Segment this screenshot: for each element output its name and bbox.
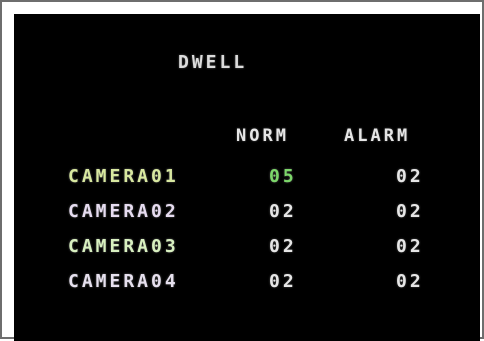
norm-dwell-value[interactable]: 02: [269, 271, 297, 292]
camera-row-4[interactable]: CAMERA04 02 02: [14, 271, 480, 301]
norm-dwell-value[interactable]: 02: [269, 201, 297, 222]
camera-row-1[interactable]: CAMERA01 05 02: [14, 166, 480, 196]
osd-screen: DWELL NORM ALARM CAMERA01 05 02 CAMERA02…: [14, 14, 480, 341]
column-header-alarm: ALARM: [344, 126, 411, 146]
camera-label: CAMERA01: [68, 166, 179, 187]
alarm-dwell-value[interactable]: 02: [396, 236, 424, 257]
alarm-dwell-value[interactable]: 02: [396, 166, 424, 187]
norm-dwell-value[interactable]: 05: [269, 166, 297, 187]
monitor-frame: DWELL NORM ALARM CAMERA01 05 02 CAMERA02…: [0, 0, 484, 341]
camera-label: CAMERA03: [68, 236, 179, 257]
camera-label: CAMERA04: [68, 271, 179, 292]
camera-row-2[interactable]: CAMERA02 02 02: [14, 201, 480, 231]
camera-label: CAMERA02: [68, 201, 179, 222]
norm-dwell-value[interactable]: 02: [269, 236, 297, 257]
alarm-dwell-value[interactable]: 02: [396, 271, 424, 292]
menu-title: DWELL: [178, 52, 248, 73]
camera-row-3[interactable]: CAMERA03 02 02: [14, 236, 480, 266]
alarm-dwell-value[interactable]: 02: [396, 201, 424, 222]
column-header-norm: NORM: [236, 126, 289, 146]
